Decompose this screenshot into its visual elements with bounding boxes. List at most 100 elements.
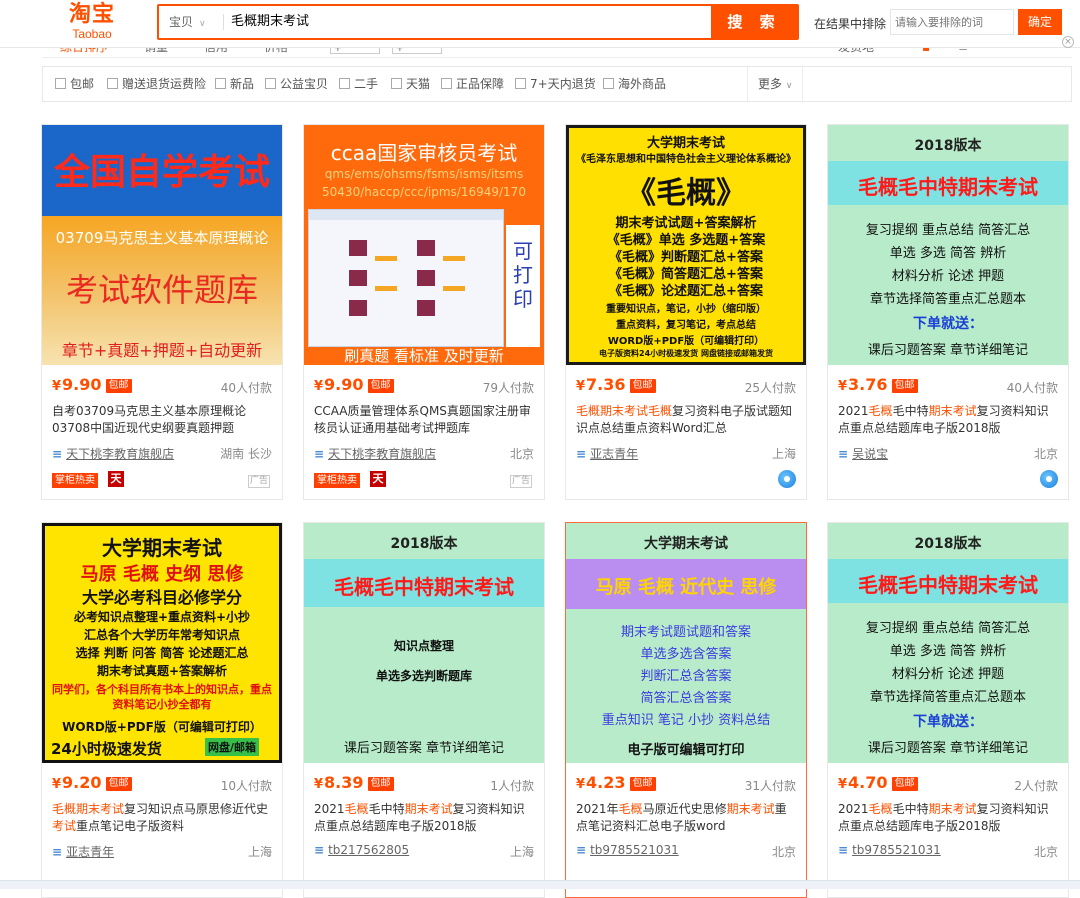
shop-link[interactable]: ≡ 吴说宝 (838, 445, 888, 462)
filter-label: 赠送退货运费险 (122, 77, 207, 91)
free-shipping-badge: 包邮 (629, 379, 656, 393)
title-highlight: 毛概 (868, 404, 893, 418)
product-title[interactable]: 2021毛概毛中特期末考试复习资料知识点重点总结题库电子版2018版 (838, 403, 1060, 437)
title-highlight: 考试 (52, 819, 77, 833)
image-text: 03709马克思主义基本原理概论 (55, 229, 269, 247)
taobao-logo[interactable]: 淘宝 Taobao (64, 2, 120, 40)
title-highlight: 毛概期末考试毛概 (576, 404, 673, 418)
wangwang-chat-icon[interactable] (1040, 470, 1058, 488)
filter-second-hand[interactable]: 二手 (339, 77, 378, 91)
shop-link[interactable]: ≡ 亚志青年 (576, 445, 638, 462)
image-text: 单选 多选 简答 辨析 (889, 644, 1007, 659)
location: 北京 (1033, 447, 1058, 461)
checkbox-icon[interactable] (339, 78, 350, 89)
shop-link[interactable]: ≡ tb9785521031 (576, 843, 679, 857)
filter-tmall[interactable]: 天猫 (391, 77, 430, 91)
image-text: 材料分析 论述 押题 (891, 269, 1005, 284)
filter-label: 正品保障 (456, 77, 505, 91)
search-input[interactable] (231, 6, 701, 38)
exclude-confirm-button[interactable]: 确定 (1018, 9, 1062, 35)
checkbox-icon[interactable] (265, 78, 276, 89)
product-card[interactable]: 大学期末考试 《毛泽东思想和中国特色社会主义理论体系概论》 《毛概》 期末考试试… (565, 124, 807, 500)
location: 北京 (1033, 845, 1058, 859)
shop-link[interactable]: ≡ tb9785521031 (838, 843, 941, 857)
shop-name: tb9785521031 (852, 843, 941, 857)
image-text: 网盘/邮箱 (205, 738, 260, 756)
ad-label: 广告 (510, 475, 532, 488)
product-image[interactable]: ccaa国家审核员考试 qms/ems/ohsms/fsms/isms/itsm… (304, 125, 544, 365)
product-image[interactable]: 2018版本 毛概毛中特期末考试 复习提纲 重点总结 简答汇总 单选 多选 简答… (828, 523, 1068, 763)
product-title[interactable]: CCAA质量管理体系QMS真题国家注册审核员认证通用基础考试押题库 (314, 403, 536, 437)
title-highlight: 毛概 (618, 802, 643, 816)
product-card[interactable]: 2018版本 毛概毛中特期末考试 复习提纲 重点总结 简答汇总 单选 多选 简答… (827, 522, 1069, 898)
top-search-header: 淘宝 Taobao 宝贝 ∨ 搜 索 在结果中排除 确定 (0, 0, 1080, 48)
product-image[interactable]: 大学期末考试 马原 毛概 近代史 思修 期末考试题试题和答案 单选多选含答案 判… (566, 523, 806, 763)
search-type-dropdown[interactable]: 宝贝 ∨ (169, 6, 214, 38)
checkbox-icon[interactable] (107, 78, 118, 89)
image-text: 下单就送： (913, 714, 983, 730)
shop-icon: ≡ (52, 447, 63, 461)
shop-name: 亚志青年 (590, 447, 639, 461)
title-highlight: 期末考试 (928, 404, 977, 418)
product-card[interactable]: 全国自学考试 03709马克思主义基本原理概论 考试软件题库 章节+真题+押题+… (41, 124, 283, 500)
shop-link[interactable]: ≡ 天下桃李教育旗舰店 (52, 445, 174, 462)
shop-link[interactable]: ≡ tb217562805 (314, 843, 409, 857)
price: ¥4.23 包邮 (576, 773, 656, 792)
location: 湖南 长沙 (220, 447, 272, 461)
product-card[interactable]: 大学期末考试 马原 毛概 近代史 思修 期末考试题试题和答案 单选多选含答案 判… (565, 522, 807, 898)
product-image[interactable]: 全国自学考试 03709马克思主义基本原理概论 考试软件题库 章节+真题+押题+… (42, 125, 282, 365)
filter-return-insurance[interactable]: 赠送退货运费险 (107, 77, 206, 91)
logo-text-en: Taobao (72, 27, 112, 41)
tmall-icon[interactable]: 天 (108, 471, 124, 487)
shop-link[interactable]: ≡ 亚志青年 (52, 843, 114, 860)
shop-name: tb9785521031 (590, 843, 679, 857)
image-text: 考试软件题库 (65, 271, 258, 309)
checkbox-icon[interactable] (603, 78, 614, 89)
checkbox-icon[interactable] (441, 78, 452, 89)
checkbox-icon[interactable] (391, 78, 402, 89)
filter-more-button[interactable]: 更多 ∨ (747, 67, 804, 101)
tmall-icon[interactable]: 天 (370, 471, 386, 487)
shop-link[interactable]: ≡ 天下桃李教育旗舰店 (314, 445, 436, 462)
wangwang-chat-icon[interactable] (778, 470, 796, 488)
image-text: 大学期末考试 (646, 136, 725, 151)
close-icon[interactable]: × (1062, 36, 1074, 48)
filter-overseas[interactable]: 海外商品 (603, 77, 666, 91)
checkbox-icon[interactable] (55, 78, 66, 89)
filter-new[interactable]: 新品 (215, 77, 254, 91)
product-image[interactable]: 大学期末考试 《毛泽东思想和中国特色社会主义理论体系概论》 《毛概》 期末考试试… (566, 125, 806, 365)
checkbox-icon[interactable] (215, 78, 226, 89)
currency-symbol: ¥ (838, 379, 848, 394)
product-image[interactable]: 2018版本 毛概毛中特期末考试 知识点整理 单选多选判断题库 课后习题答案 章… (304, 523, 544, 763)
filter-7day-return[interactable]: 7+天内退货 (515, 77, 596, 91)
price: ¥4.70 包邮 (838, 773, 918, 792)
shop-icon: ≡ (314, 447, 325, 461)
filter-genuine[interactable]: 正品保障 (441, 77, 504, 91)
title-text: 毛中特 (892, 404, 929, 418)
exclude-input[interactable] (890, 9, 1014, 35)
filter-label: 7+天内退货 (530, 77, 596, 91)
product-title[interactable]: 毛概期末考试复习知识点马原思修近代史考试重点笔记电子版资料 (52, 801, 274, 835)
product-card[interactable]: 2018版本 毛概毛中特期末考试 复习提纲 重点总结 简答汇总 单选 多选 简答… (827, 124, 1069, 500)
product-title[interactable]: 自考03709马克思主义基本原理概论 03708中国近现代史纲要真题押题 (52, 403, 274, 437)
location: 上海 (771, 447, 796, 461)
checkbox-icon[interactable] (515, 78, 526, 89)
price: ¥8.39 包邮 (314, 773, 394, 792)
product-image[interactable]: 大学期末考试 马原 毛概 史纲 思修 大学必考科目必修学分 必考知识点整理+重点… (42, 523, 282, 763)
hot-seller-badge: 掌柜热卖 (314, 473, 360, 488)
filter-free-shipping[interactable]: 包邮 (55, 77, 94, 91)
product-title[interactable]: 2021毛概毛中特期末考试复习资料知识点重点总结题库电子版2018版 (314, 801, 536, 835)
product-image[interactable]: 2018版本 毛概毛中特期末考试 复习提纲 重点总结 简答汇总 单选 多选 简答… (828, 125, 1068, 365)
product-title[interactable]: 2021年毛概马原近代史思修期末考试重点笔记资料汇总电子版word (576, 801, 798, 835)
screenshot-illustration (308, 209, 504, 347)
filter-label: 新品 (230, 77, 255, 91)
product-title[interactable]: 毛概期末考试毛概复习资料电子版试题知识点总结重点资料Word汇总 (576, 403, 798, 437)
product-title[interactable]: 2021毛概毛中特期末考试复习资料知识点重点总结题库电子版2018版 (838, 801, 1060, 835)
title-text: 重点笔记电子版资料 (76, 819, 185, 833)
product-card[interactable]: ccaa国家审核员考试 qms/ems/ohsms/fsms/isms/itsm… (303, 124, 545, 500)
product-card[interactable]: 大学期末考试 马原 毛概 史纲 思修 大学必考科目必修学分 必考知识点整理+重点… (41, 522, 283, 898)
product-card[interactable]: 2018版本 毛概毛中特期末考试 知识点整理 单选多选判断题库 课后习题答案 章… (303, 522, 545, 898)
search-button[interactable]: 搜 索 (711, 6, 797, 38)
filter-charity[interactable]: 公益宝贝 (265, 77, 328, 91)
image-text: 24小时极速发货 (51, 740, 162, 758)
